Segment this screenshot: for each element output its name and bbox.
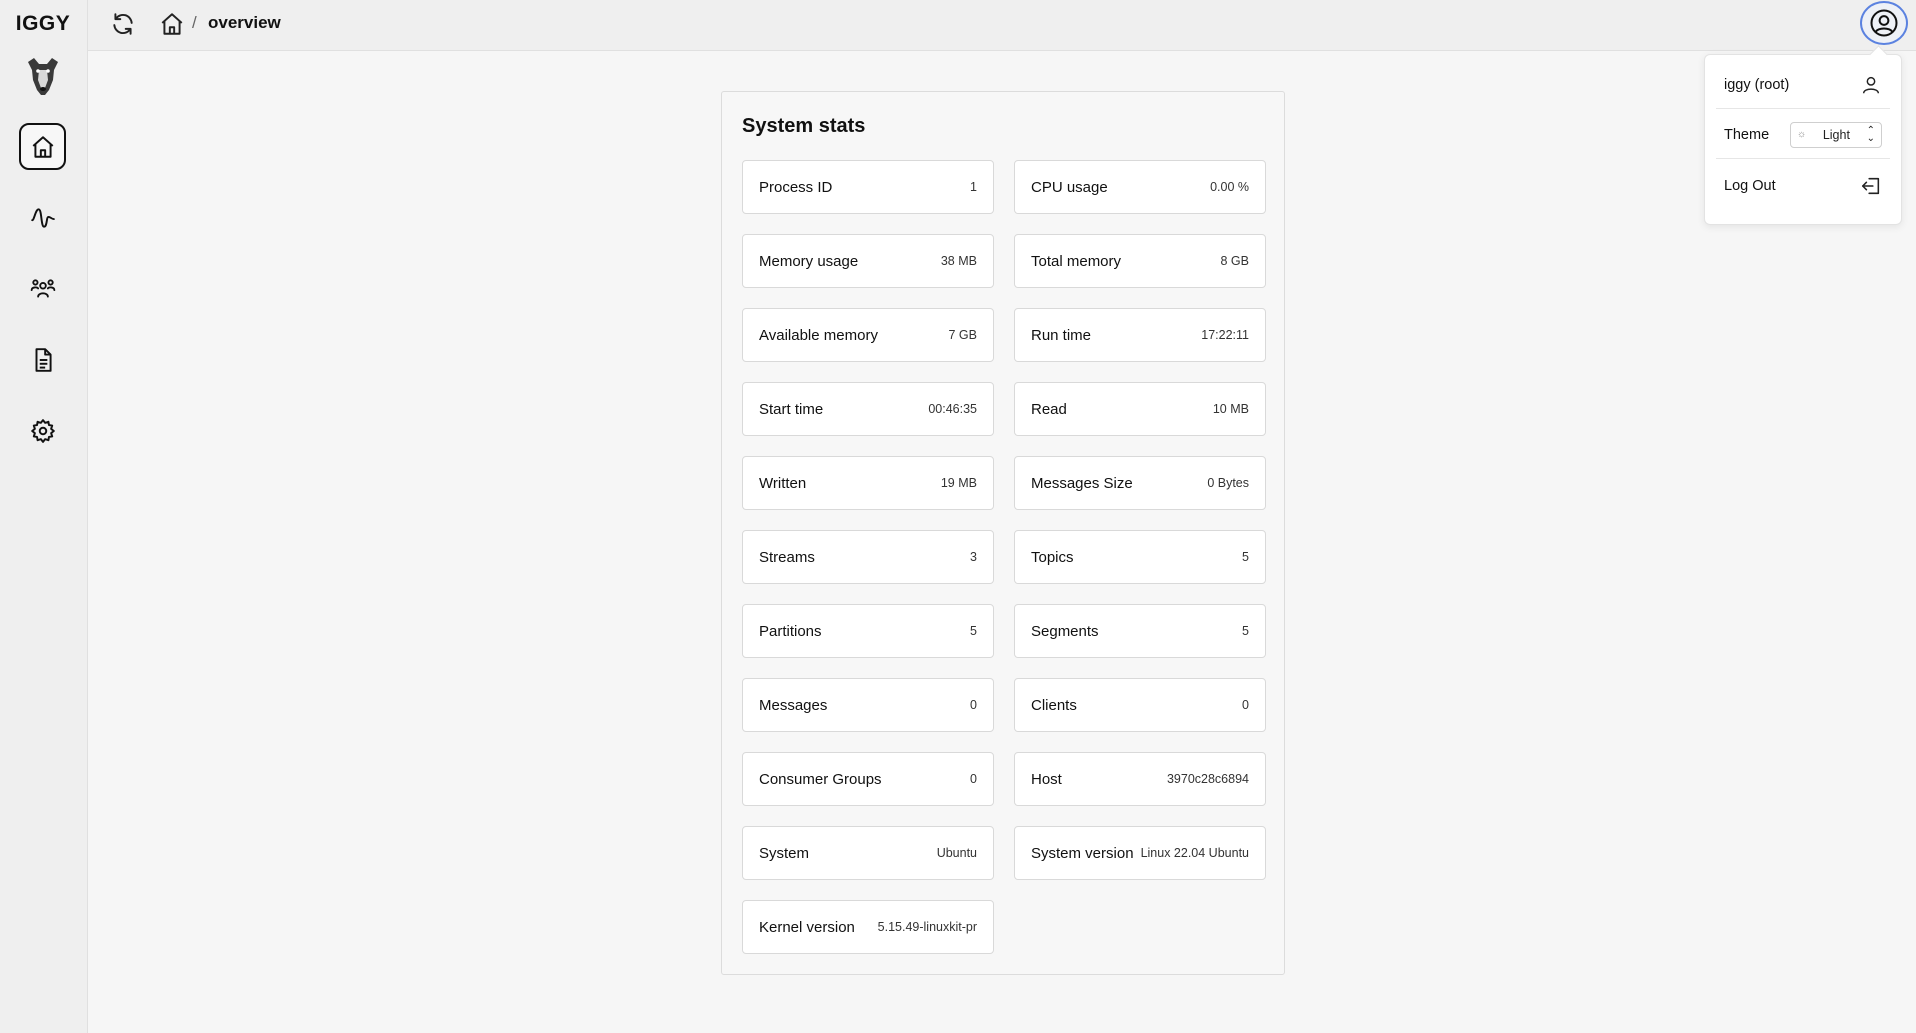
theme-value: Light bbox=[1822, 127, 1850, 142]
stat-label: Topics bbox=[1031, 548, 1074, 566]
stat-card-messages: Messages 0 bbox=[742, 678, 994, 732]
panel-title: System stats bbox=[742, 115, 866, 137]
system-stats-panel: System stats Process ID 1 CPU usage 0.00 %… bbox=[721, 91, 1285, 975]
stat-label: Clients bbox=[1031, 696, 1077, 714]
user-name: iggy (root) bbox=[1724, 76, 1790, 93]
stat-card-system-version: System version Linux 22.04 Ubuntu bbox=[1014, 826, 1266, 880]
stat-label: Host bbox=[1031, 770, 1062, 788]
stat-value: 5 bbox=[1242, 550, 1249, 564]
stat-label: Process ID bbox=[759, 178, 833, 196]
stat-card-written: Written 19 MB bbox=[742, 456, 994, 510]
stat-value: 0 bbox=[1242, 698, 1249, 712]
stat-value: 3970c28c6894 bbox=[1166, 772, 1249, 786]
breadcrumb-current: overview bbox=[208, 13, 281, 32]
stat-value: 5 bbox=[1242, 624, 1249, 638]
nav-clients-button[interactable] bbox=[19, 265, 66, 312]
theme-select[interactable]: ☼ Light ⌃ ⌄ bbox=[1790, 121, 1882, 148]
stat-value: 0 Bytes bbox=[1207, 476, 1249, 490]
users-icon bbox=[30, 278, 55, 298]
stat-card-total-memory: Total memory 8 GB bbox=[1014, 234, 1266, 288]
stat-card-host: Host 3970c28c6894 bbox=[1014, 752, 1266, 806]
logout-label: Log Out bbox=[1724, 178, 1776, 194]
stat-label: Messages bbox=[759, 696, 828, 714]
stat-card-start-time: Start time 00:46:35 bbox=[742, 382, 994, 436]
stat-value: 19 MB bbox=[940, 476, 977, 490]
refresh-icon[interactable] bbox=[110, 11, 136, 37]
stat-card-read: Read 10 MB bbox=[1014, 382, 1266, 436]
stat-value: 5.15.49-linuxkit-pr bbox=[877, 920, 977, 934]
stat-card-available-memory: Available memory 7 GB bbox=[742, 308, 994, 362]
stat-card-partitions: Partitions 5 bbox=[742, 604, 994, 658]
stat-value: 7 GB bbox=[948, 328, 978, 342]
sidebar: IGGY bbox=[0, 0, 88, 1033]
theme-row: Theme ☼ Light ⌃ ⌄ bbox=[1716, 111, 1890, 159]
stat-label: Streams bbox=[759, 548, 815, 566]
stat-card-messages-size: Messages Size 0 Bytes bbox=[1014, 456, 1266, 510]
stat-card-process-id: Process ID 1 bbox=[742, 160, 994, 214]
stat-card-segments: Segments 5 bbox=[1014, 604, 1266, 658]
stat-label: System version bbox=[1031, 844, 1134, 862]
stat-label: Segments bbox=[1031, 622, 1099, 640]
breadcrumb-separator: / bbox=[192, 13, 197, 32]
stat-label: System bbox=[759, 844, 810, 862]
nav-stats-button[interactable] bbox=[19, 194, 66, 241]
document-icon bbox=[35, 347, 52, 372]
breadcrumb-home-icon[interactable] bbox=[159, 11, 185, 37]
stat-value: 10 MB bbox=[1212, 402, 1249, 416]
stat-card-clients: Clients 0 bbox=[1014, 678, 1266, 732]
top-bar: / overview bbox=[88, 0, 1916, 51]
stat-value: 1 bbox=[970, 180, 977, 194]
nav-settings-button[interactable] bbox=[19, 407, 66, 454]
stat-value: 0 bbox=[970, 698, 977, 712]
nav-home-button[interactable] bbox=[19, 123, 66, 170]
stat-card-system: System Ubuntu bbox=[742, 826, 994, 880]
stat-value: Ubuntu bbox=[936, 846, 977, 860]
stat-value: 00:46:35 bbox=[928, 402, 977, 416]
stat-label: Memory usage bbox=[759, 252, 859, 270]
waveform-icon bbox=[30, 207, 55, 228]
stats-grid: Process ID 1 CPU usage 0.00 % Memory usage… bbox=[742, 160, 1266, 954]
stat-card-run-time: Run time 17:22:11 bbox=[1014, 308, 1266, 362]
stat-label: Start time bbox=[759, 400, 824, 418]
user-icon bbox=[1860, 74, 1882, 96]
user-menu-dropdown: iggy (root) Theme ☼ Light ⌃ ⌄ Log Out bbox=[1704, 54, 1902, 225]
stat-label: Run time bbox=[1031, 326, 1092, 344]
home-icon bbox=[32, 135, 53, 158]
stat-value: 3 bbox=[970, 550, 977, 564]
user-menu-button[interactable] bbox=[1860, 1, 1908, 45]
stat-label: Kernel version bbox=[759, 918, 855, 936]
stat-label: Total memory bbox=[1031, 252, 1122, 270]
logout-icon bbox=[1860, 175, 1882, 197]
logout-row[interactable]: Log Out bbox=[1716, 162, 1890, 210]
stat-value: Linux 22.04 Ubuntu bbox=[1140, 846, 1249, 860]
sun-icon: ☼ bbox=[1797, 129, 1807, 140]
stat-value: 38 MB bbox=[940, 254, 977, 268]
stat-label: Available memory bbox=[759, 326, 878, 344]
stat-label: Read bbox=[1031, 400, 1067, 418]
stat-value: 0.00 % bbox=[1210, 180, 1249, 194]
stat-label: Messages Size bbox=[1031, 474, 1133, 492]
stat-card-cpu-usage: CPU usage 0.00 % bbox=[1014, 160, 1266, 214]
chevron-updown-icon: ⌃ ⌄ bbox=[1866, 124, 1875, 144]
gear-icon bbox=[30, 418, 55, 443]
stat-label: Written bbox=[759, 474, 807, 492]
stat-value: 8 GB bbox=[1220, 254, 1250, 268]
stat-card-kernel-version: Kernel version 5.15.49-linuxkit-pr bbox=[742, 900, 994, 954]
nav-logs-button[interactable] bbox=[19, 336, 66, 383]
theme-label: Theme bbox=[1724, 126, 1770, 143]
stat-value: 0 bbox=[970, 772, 977, 786]
brand-title: IGGY bbox=[15, 12, 71, 35]
stat-card-consumer-groups: Consumer Groups 0 bbox=[742, 752, 994, 806]
user-circle-icon bbox=[1870, 9, 1898, 37]
stat-card-topics: Topics 5 bbox=[1014, 530, 1266, 584]
stat-label: Partitions bbox=[759, 622, 822, 640]
stat-value: 5 bbox=[970, 624, 977, 638]
stat-label: CPU usage bbox=[1031, 178, 1108, 196]
stat-card-streams: Streams 3 bbox=[742, 530, 994, 584]
stat-value: 17:22:11 bbox=[1201, 328, 1249, 342]
stat-label: Consumer Groups bbox=[759, 770, 882, 788]
stat-card-memory-usage: Memory usage 38 MB bbox=[742, 234, 994, 288]
greyhound-logo-icon bbox=[28, 58, 58, 95]
user-info-row[interactable]: iggy (root) bbox=[1716, 61, 1890, 109]
